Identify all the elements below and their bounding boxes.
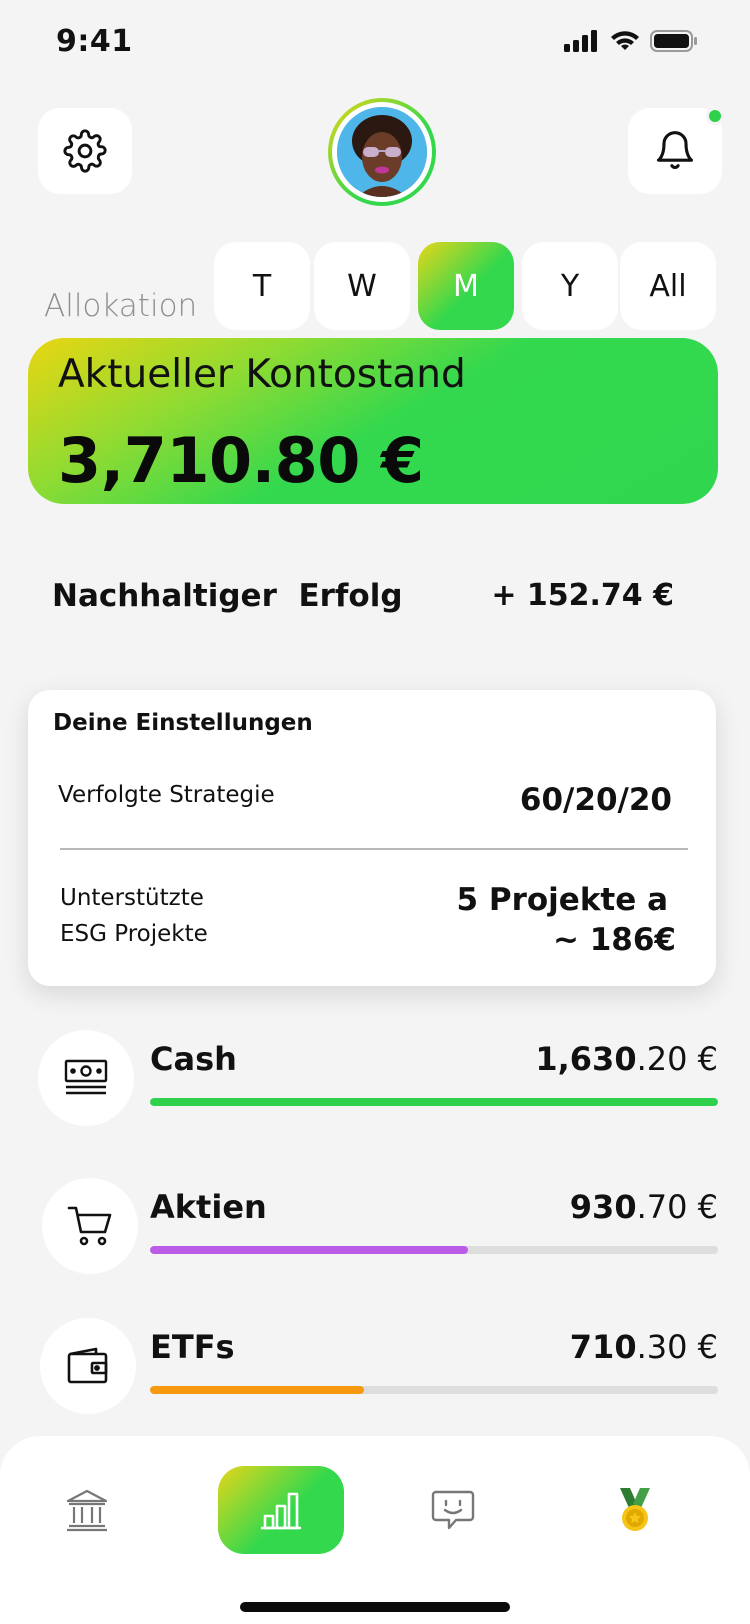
shopping-cart-icon (67, 1206, 112, 1246)
medal-icon (620, 1488, 650, 1531)
cash-icon-container (38, 1030, 134, 1126)
wifi-icon (611, 31, 639, 50)
nav-item-rewards[interactable] (572, 1466, 698, 1554)
tab-period-week[interactable]: W (314, 242, 410, 330)
nav-item-bank[interactable] (24, 1466, 150, 1554)
allocation-name: Aktien (150, 1188, 267, 1226)
allocation-progress-track (150, 1098, 718, 1106)
esg-projects-value: 5 Projekte a ~ 186€ (457, 880, 677, 960)
sustainable-success-label: Nachhaltiger Erfolg (52, 578, 403, 614)
allocation-name: Cash (150, 1040, 237, 1078)
strategy-value: 60/20/20 (519, 782, 672, 818)
allocation-amount: 930.70 € (570, 1188, 718, 1226)
allocation-row-aktien[interactable]: Aktien 930.70 € (42, 1178, 718, 1274)
etfs-icon-container (40, 1318, 136, 1414)
bell-icon (656, 131, 694, 169)
nav-item-chat[interactable] (390, 1466, 516, 1554)
gear-icon (63, 129, 107, 173)
chat-bot-icon (431, 1490, 475, 1530)
amount-decimal: .70 € (636, 1188, 718, 1226)
home-indicator (240, 1602, 510, 1612)
bar-chart-icon (261, 1492, 301, 1530)
strategy-label: Verfolgte Strategie (58, 782, 275, 808)
tab-period-all[interactable]: All (620, 242, 716, 330)
wallet-icon (67, 1347, 108, 1384)
amount-integer: 710 (569, 1328, 637, 1366)
status-time: 9:41 (56, 24, 133, 59)
allocation-progress-fill (150, 1386, 364, 1394)
bank-icon (66, 1489, 108, 1532)
bottom-navigation (0, 1436, 750, 1624)
status-icons (564, 30, 698, 52)
notification-badge (706, 107, 724, 125)
balance-title: Aktueller Kontostand (58, 352, 466, 397)
esg-value-line2: ~ 186€ (552, 922, 676, 958)
settings-card-title: Deine Einstellungen (53, 710, 313, 736)
allocation-amount: 1,630.20 € (535, 1040, 718, 1078)
allocation-name: ETFs (150, 1328, 235, 1366)
banknote-icon (64, 1059, 108, 1095)
esg-value-line1: 5 Projekte a (456, 882, 669, 918)
allocation-progress-track (150, 1246, 718, 1254)
divider (60, 848, 688, 850)
aktien-icon-container (42, 1178, 138, 1274)
nav-item-statistics[interactable] (218, 1466, 344, 1554)
allocation-progress-fill (150, 1098, 718, 1106)
battery-icon (650, 30, 697, 52)
sustainable-success-value: + 152.74 € (491, 578, 674, 613)
settings-card[interactable]: Deine Einstellungen Verfolgte Strategie … (28, 690, 716, 986)
tab-period-day[interactable]: T (214, 242, 310, 330)
esg-label-line1: Unterstützte (60, 885, 204, 911)
tab-period-month[interactable]: M (418, 242, 514, 330)
esg-label-line2: ESG Projekte (60, 921, 208, 947)
balance-value: 3,710.80 € (58, 424, 424, 497)
tab-period-year[interactable]: Y (522, 242, 618, 330)
profile-avatar[interactable] (328, 98, 436, 206)
amount-integer: 1,630 (535, 1040, 637, 1078)
allocation-amount: 710.30 € (570, 1328, 718, 1366)
amount-decimal: .20 € (636, 1040, 718, 1078)
allocation-progress-fill (150, 1246, 469, 1254)
allocation-label: Allokation (44, 288, 198, 324)
avatar-photo (337, 107, 427, 197)
allocation-row-cash[interactable]: Cash 1,630.20 € (38, 1030, 718, 1126)
balance-card: Aktueller Kontostand 3,710.80 € (28, 338, 718, 504)
esg-projects-label: Unterstützte ESG Projekte (60, 880, 208, 952)
cellular-signal-icon (564, 30, 597, 52)
allocation-row-etfs[interactable]: ETFs 710.30 € (40, 1318, 718, 1414)
amount-decimal: .30 € (636, 1328, 718, 1366)
amount-integer: 930 (569, 1188, 637, 1226)
settings-button[interactable] (38, 108, 132, 194)
allocation-progress-track (150, 1386, 718, 1394)
